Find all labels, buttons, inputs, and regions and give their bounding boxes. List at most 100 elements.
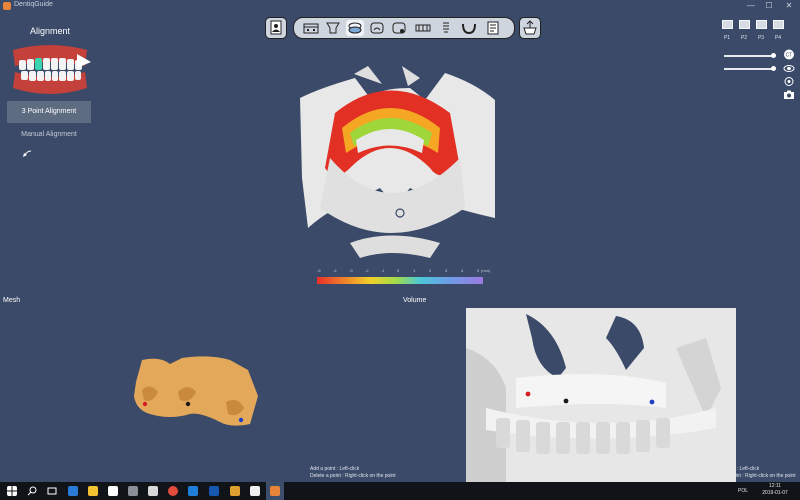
- mesh-model-view[interactable]: [130, 352, 260, 430]
- crown-icon: [370, 22, 384, 34]
- view-p2-label: P2: [740, 35, 748, 41]
- title-bar: [0, 0, 800, 12]
- scale-tick: 5: [477, 268, 480, 273]
- scale-tick: 1: [413, 268, 416, 273]
- taskbar-clock[interactable]: 12:11 2019-01-07: [752, 483, 798, 497]
- scale-tick: 2: [429, 268, 432, 273]
- opacity-slider-2[interactable]: [724, 68, 774, 70]
- edge-icon[interactable]: [68, 486, 78, 496]
- volume-ct-view[interactable]: [466, 308, 736, 482]
- volume-hint-add: Add a point : Left-click: [710, 466, 760, 472]
- bar-button[interactable]: [437, 20, 455, 36]
- minimize-button[interactable]: —: [744, 0, 758, 12]
- scale-tick: -3: [349, 268, 353, 273]
- bar-icon: [443, 22, 449, 33]
- arch-button[interactable]: [460, 20, 478, 36]
- view-p3-button[interactable]: [756, 20, 767, 29]
- patient-info-button[interactable]: [265, 17, 287, 39]
- patient-info-icon: [270, 20, 282, 35]
- opacity-slider-2-knob[interactable]: [770, 66, 776, 71]
- mesh-point-1[interactable]: [142, 401, 148, 407]
- guide-icon: [415, 24, 431, 32]
- mesh-point-3[interactable]: [238, 417, 244, 423]
- guide-button[interactable]: [414, 20, 432, 36]
- clock-time: 12:11: [768, 483, 782, 489]
- implant-icon: [303, 23, 319, 34]
- tray-language[interactable]: POL: [738, 488, 748, 494]
- opacity-slider-1-knob[interactable]: [770, 53, 776, 58]
- view-p4-button[interactable]: [773, 20, 784, 29]
- sleeve-icon: [392, 22, 406, 34]
- rotate-icon[interactable]: [783, 76, 795, 87]
- volume-point-1[interactable]: [525, 391, 531, 397]
- export-button[interactable]: [519, 17, 541, 39]
- maximize-button[interactable]: ☐: [762, 0, 776, 12]
- dentiq-taskbar-button[interactable]: [266, 482, 284, 500]
- scale-tick: 0: [397, 268, 400, 273]
- workflow-toolbar: [293, 17, 515, 39]
- view-p3-label: P3: [757, 35, 765, 41]
- search-icon[interactable]: [27, 486, 37, 496]
- outlook-icon[interactable]: [188, 486, 198, 496]
- task-view-icon[interactable]: [47, 486, 57, 496]
- panel-title: Alignment: [29, 26, 71, 36]
- report-icon: [487, 21, 499, 35]
- settings-icon[interactable]: [128, 486, 138, 496]
- alignment-icon: [348, 22, 362, 34]
- mesh-point-2[interactable]: [185, 401, 191, 407]
- alignment-button[interactable]: [346, 20, 364, 36]
- chrome-icon[interactable]: [148, 486, 158, 496]
- camera-icon[interactable]: [783, 89, 795, 100]
- scale-tick: 4: [461, 268, 464, 273]
- file-explorer-icon[interactable]: [88, 486, 98, 496]
- export-icon: [523, 20, 537, 35]
- tooth-icon: [326, 22, 340, 34]
- start-icon[interactable]: [7, 486, 17, 496]
- sleeve-button[interactable]: [390, 20, 408, 36]
- mesh-hint-add: Add a point : Left-click: [310, 466, 360, 472]
- mail-icon[interactable]: [168, 486, 178, 496]
- view-p1-button[interactable]: [722, 20, 733, 29]
- volume-point-2[interactable]: [563, 398, 569, 404]
- taskbar: [0, 482, 800, 500]
- dentiq-icon: [270, 486, 280, 496]
- mesh-hint-delete: Delete a point : Right-click on the poin…: [310, 473, 396, 479]
- color-scale-ticks: -5 -4 -3 -2 -1 0 1 2 3 4 5 (mm): [315, 268, 490, 274]
- tooth-view-icon[interactable]: [783, 63, 795, 74]
- scale-tick: -1: [381, 268, 385, 273]
- manual-alignment-button[interactable]: Manual Alignment: [7, 128, 91, 142]
- clock-date: 2019-01-07: [762, 490, 788, 496]
- envelope-icon[interactable]: [250, 486, 260, 496]
- scale-unit: (mm): [481, 268, 491, 273]
- ct-icon-label: CT: [786, 53, 793, 59]
- scale-tick: -4: [333, 268, 337, 273]
- volume-pane-label: Volume: [403, 297, 427, 304]
- report-button[interactable]: [484, 20, 502, 36]
- app-logo-icon: [3, 2, 11, 10]
- crown-button[interactable]: [368, 20, 386, 36]
- three-point-alignment-button[interactable]: 3 Point Alignment: [7, 101, 91, 123]
- undo-icon[interactable]: [22, 150, 32, 158]
- deviation-color-scale: [317, 277, 483, 284]
- window-title: DentiqGuide: [14, 1, 53, 8]
- mesh-pane-label: Mesh: [3, 297, 21, 304]
- jaw-thumbnail-icon: [13, 45, 91, 94]
- ct-icon[interactable]: CT: [783, 49, 795, 60]
- skull-heatmap-view[interactable]: [290, 58, 500, 278]
- view-p2-button[interactable]: [739, 20, 750, 29]
- view-p1-label: P1: [723, 35, 731, 41]
- opacity-slider-1[interactable]: [724, 55, 774, 57]
- store-icon[interactable]: [108, 486, 118, 496]
- view-p4-label: P4: [774, 35, 782, 41]
- scale-tick: 3: [445, 268, 448, 273]
- paint-icon[interactable]: [209, 486, 219, 496]
- arch-icon: [462, 23, 476, 35]
- mail2-icon[interactable]: [230, 486, 240, 496]
- close-button[interactable]: ✕: [782, 0, 796, 12]
- volume-hint-delete: Delete a point : Right-click on the poin…: [710, 473, 796, 479]
- scale-tick: -5: [317, 268, 321, 273]
- volume-point-3[interactable]: [649, 399, 655, 405]
- implant-button[interactable]: [302, 20, 320, 36]
- scale-tick: -2: [365, 268, 369, 273]
- tooth-button[interactable]: [324, 20, 342, 36]
